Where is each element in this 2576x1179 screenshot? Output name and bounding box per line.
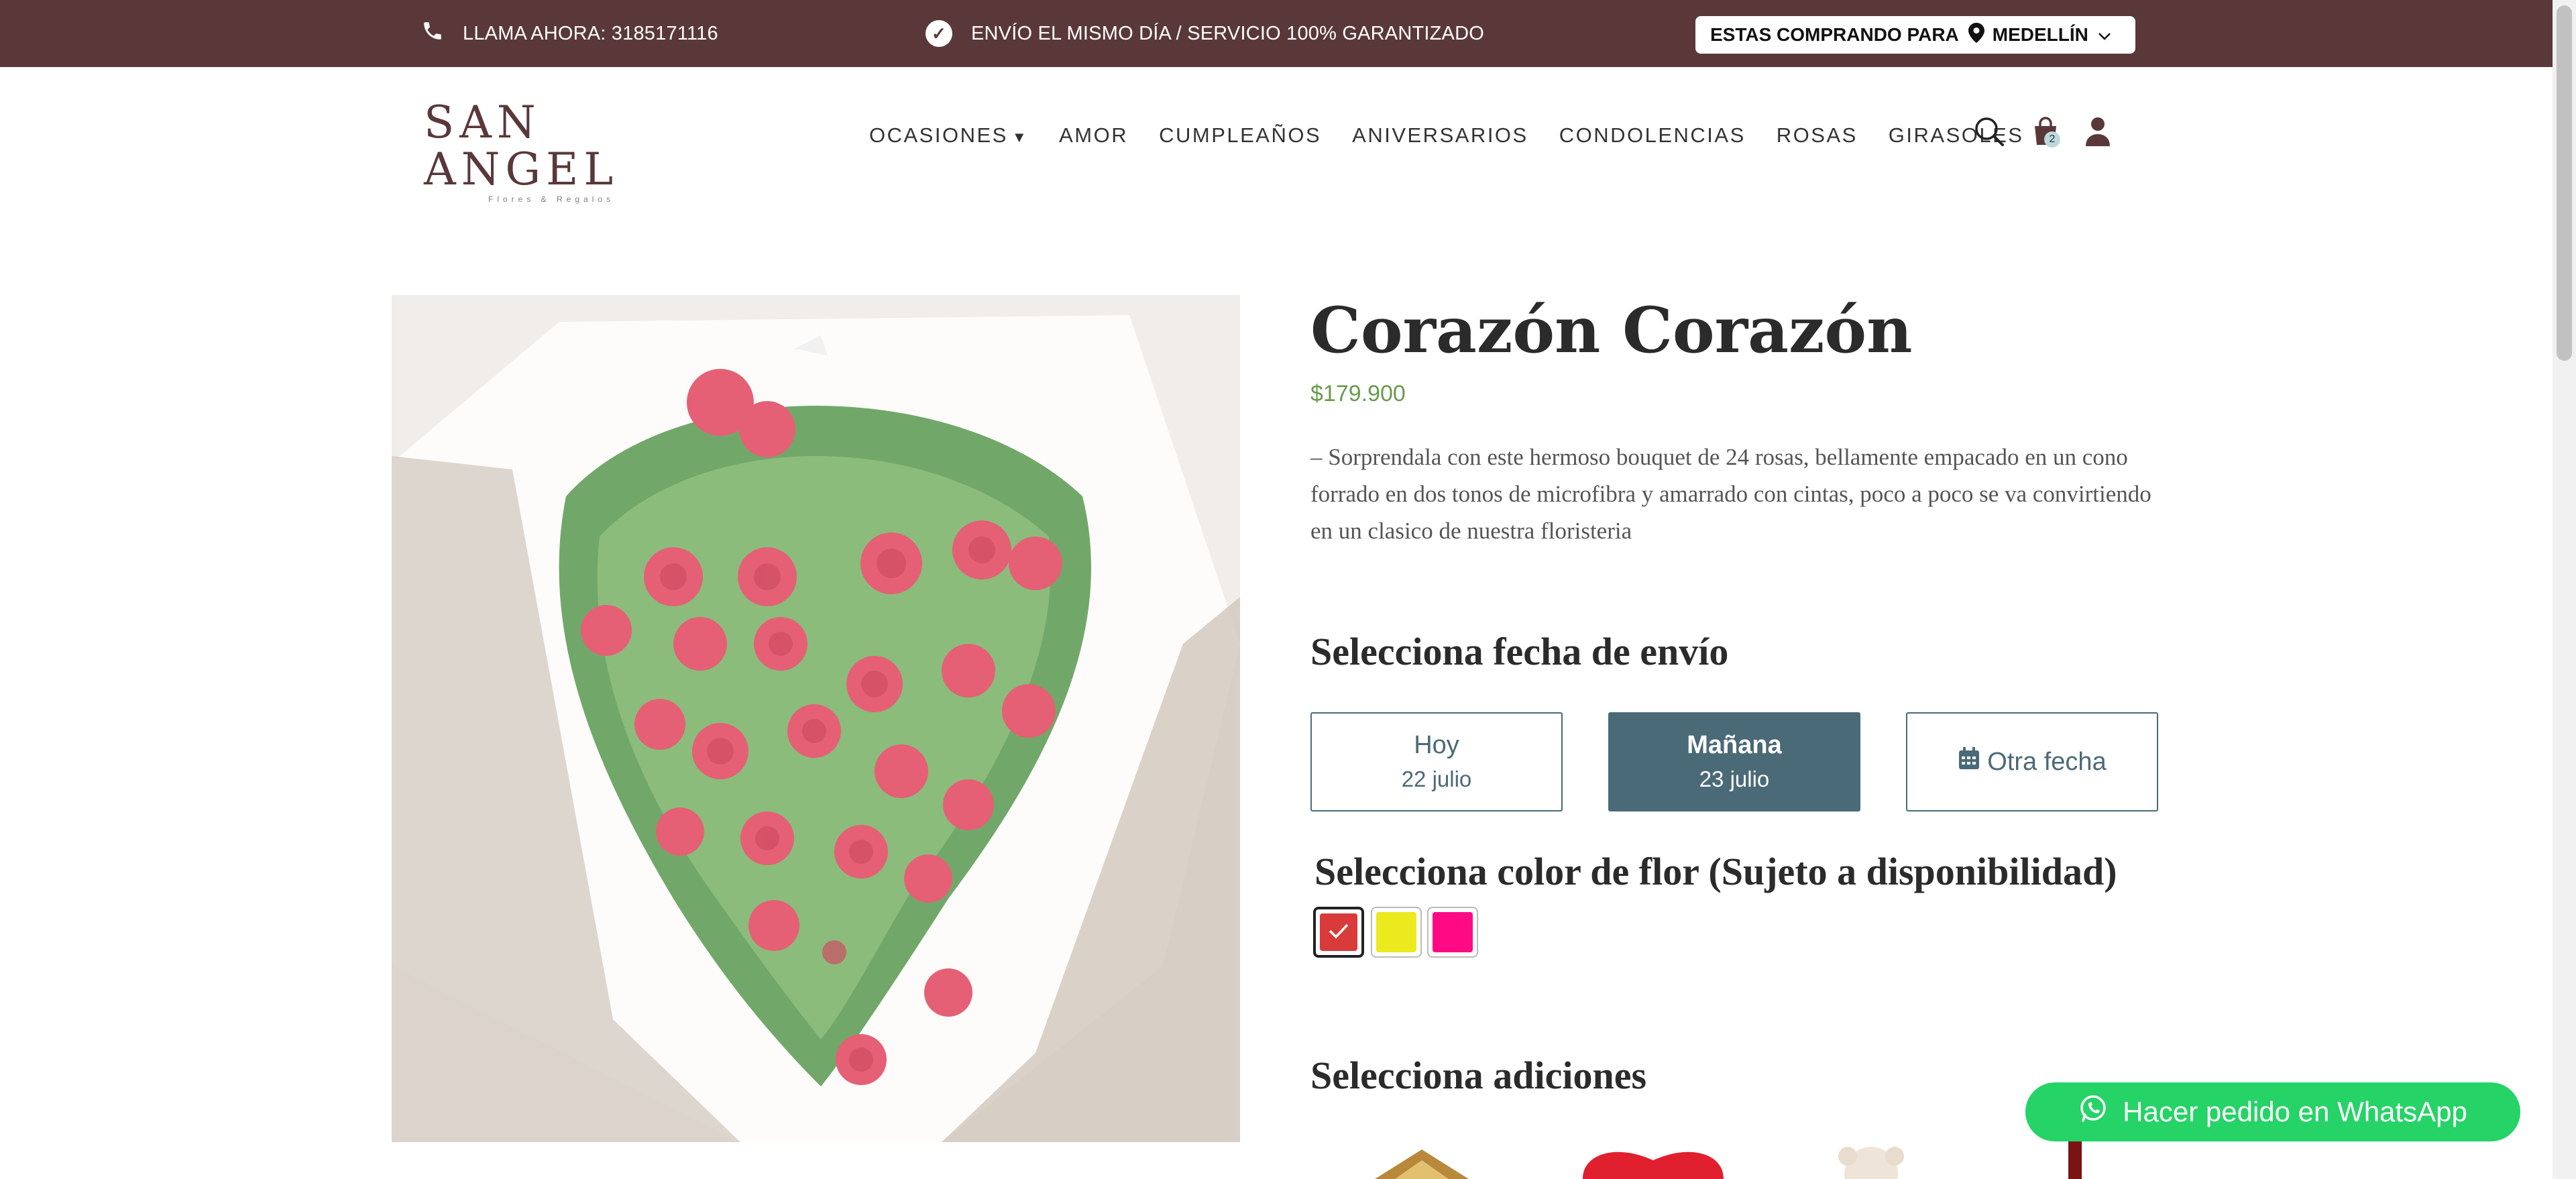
whatsapp-order-button[interactable]: Hacer pedido en WhatsApp	[2025, 1082, 2520, 1141]
search-icon[interactable]	[1970, 113, 2008, 150]
shipping-text: ENVÍO EL MISMO DÍA / SERVICIO 100% GARAN…	[971, 22, 1484, 44]
addon-wine[interactable]	[2063, 1140, 2087, 1179]
product-price: $179.900	[1310, 381, 1406, 406]
logo-tagline: Flores & Regalos	[488, 194, 615, 204]
flower-color-heading: Selecciona color de flor (Sujeto a dispo…	[1314, 850, 2117, 893]
top-info-bar: LLAMA AHORA: 3185171116 ✓ ENVÍO EL MISMO…	[0, 0, 2553, 67]
site-logo[interactable]: SAN ANGEL Flores & Regalos	[424, 99, 679, 205]
whatsapp-label: Hacer pedido en WhatsApp	[2123, 1096, 2467, 1127]
nav-label: OCASIONES	[869, 123, 1008, 147]
chevron-down-icon	[2098, 24, 2111, 46]
additions-heading: Selecciona adiciones	[1310, 1054, 1647, 1097]
call-now-link[interactable]: LLAMA AHORA: 3185171116	[421, 0, 718, 67]
cart-count-badge: 2	[2044, 131, 2060, 148]
city-selector[interactable]: ESTAS COMPRANDO PARA MEDELLÍN	[1695, 16, 2135, 54]
date-day: Hoy	[1414, 731, 1459, 759]
date-day: Mañana	[1687, 731, 1782, 759]
date-value: 22 julio	[1401, 767, 1472, 791]
addon-teddy-bear[interactable]	[1824, 1140, 1918, 1179]
nav-item-cumpleanos[interactable]: CUMPLEAÑOS	[1159, 123, 1321, 148]
color-swatch-pink[interactable]	[1427, 907, 1478, 958]
whatsapp-icon	[2078, 1094, 2123, 1130]
date-option-today[interactable]: Hoy 22 julio	[1310, 712, 1563, 811]
main-nav: OCASIONES ▼ AMOR CUMPLEAÑOS ANIVERSARIOS …	[869, 117, 2054, 154]
nav-item-rosas[interactable]: ROSAS	[1777, 123, 1858, 148]
addon-heart-balloon[interactable]	[1576, 1140, 1730, 1179]
nav-item-amor[interactable]: AMOR	[1059, 123, 1128, 148]
phone-icon	[421, 19, 444, 48]
page-scrollbar[interactable]	[2553, 0, 2576, 1179]
city-name: MEDELLÍN	[1992, 24, 2088, 45]
location-pin-icon	[1968, 22, 1984, 48]
product-title: Corazón Corazón	[1310, 294, 1913, 368]
phone-text: LLAMA AHORA: 3185171116	[463, 22, 718, 44]
check-icon	[1327, 921, 1350, 944]
logo-name: SAN ANGEL	[424, 97, 619, 195]
other-date-label: Otra fecha	[1987, 747, 2107, 776]
nav-item-ocasiones[interactable]: OCASIONES ▼	[869, 123, 1028, 148]
nav-item-aniversarios[interactable]: ANIVERSARIOS	[1352, 123, 1528, 148]
date-option-tomorrow[interactable]: Mañana 23 julio	[1608, 712, 1860, 811]
shipping-banner: ✓ ENVÍO EL MISMO DÍA / SERVICIO 100% GAR…	[926, 0, 1484, 67]
shopping-bag-icon[interactable]: 2	[2027, 113, 2064, 150]
calendar-icon	[1958, 746, 1987, 777]
product-description: – Sorprendala con este hermoso bouquet d…	[1310, 444, 2151, 544]
addon-chocolates[interactable]	[1368, 1140, 1475, 1179]
product-image[interactable]	[392, 295, 1240, 1142]
color-swatch-red[interactable]	[1313, 907, 1364, 958]
date-option-other[interactable]: Otra fecha	[1906, 712, 2158, 811]
nav-item-condolencias[interactable]: CONDOLENCIAS	[1559, 123, 1746, 148]
date-value: 23 julio	[1699, 767, 1770, 791]
scrollbar-thumb[interactable]	[2557, 5, 2572, 361]
color-swatch-yellow[interactable]	[1371, 907, 1422, 958]
city-prefix: ESTAS COMPRANDO PARA	[1710, 24, 1959, 45]
check-circle-icon: ✓	[926, 20, 952, 47]
chevron-down-icon: ▼	[1011, 129, 1029, 146]
delivery-date-heading: Selecciona fecha de envío	[1310, 630, 1729, 673]
user-icon[interactable]	[2079, 113, 2117, 150]
